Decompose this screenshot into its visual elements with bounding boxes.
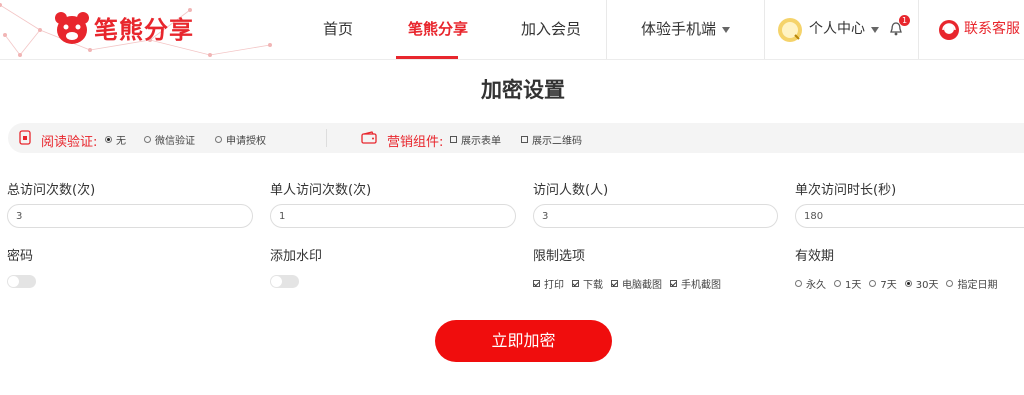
option-label: 30天 <box>915 280 939 291</box>
headset-icon <box>939 19 959 40</box>
read-verify-option-wechat[interactable]: 微信验证 <box>144 132 195 147</box>
marketing-option-form[interactable]: 展示表单 <box>450 132 501 147</box>
total-visits-input[interactable] <box>7 204 253 228</box>
nav-divider <box>764 0 765 59</box>
option-label: 下载 <box>583 280 603 291</box>
option-label: 打印 <box>544 280 564 291</box>
option-label: 微信验证 <box>155 136 195 147</box>
phone-lock-icon <box>19 130 31 145</box>
bear-logo-icon <box>55 11 89 44</box>
visit-duration-label: 单次访问时长(秒) <box>795 183 897 198</box>
validity-custom-date-radio[interactable]: 指定日期 <box>946 276 997 291</box>
validity-label: 有效期 <box>795 249 835 264</box>
watermark-label: 添加水印 <box>270 249 323 264</box>
page-title: 加密设置 <box>481 78 565 102</box>
nav-divider <box>918 0 919 59</box>
visitors-label: 访问人数(人) <box>533 183 609 198</box>
restrictions-options: 打印 下载 电脑截图 手机截图 <box>533 276 729 291</box>
checkbox-checked-icon <box>572 280 579 287</box>
visit-duration-input[interactable] <box>795 204 1024 228</box>
notification-bell[interactable]: 1 <box>889 15 910 37</box>
radio-icon <box>834 280 841 287</box>
option-label: 指定日期 <box>957 280 998 291</box>
support-link[interactable]: 联系客服 <box>938 0 1020 59</box>
option-label: 永久 <box>806 280 826 291</box>
wallet-icon <box>361 131 377 144</box>
option-label: 展示二维码 <box>532 136 582 147</box>
option-label: 手机截图 <box>681 280 721 291</box>
verification-bar: 阅读验证: 无 微信验证 申请授权 营销组件: 展示表单 展示二维码 <box>8 123 1024 153</box>
restrict-download-checkbox[interactable]: 下载 <box>572 276 603 291</box>
checkbox-checked-icon <box>611 280 618 287</box>
restrict-print-checkbox[interactable]: 打印 <box>533 276 564 291</box>
nav-mobile-label: 体验手机端 <box>641 20 717 38</box>
password-label: 密码 <box>7 249 34 264</box>
marketing-label: 营销组件: <box>387 135 444 150</box>
top-nav-bar: 笔熊分享 首页 笔熊分享 加入会员 体验手机端 个人中心 1 联系客服 <box>0 0 1024 60</box>
total-visits-label: 总访问次数(次) <box>7 183 96 198</box>
visitors-input[interactable] <box>533 204 778 228</box>
chevron-down-icon <box>871 26 879 33</box>
read-verify-option-none[interactable]: 无 <box>105 132 126 147</box>
validity-7day-radio[interactable]: 7天 <box>869 276 897 291</box>
checkbox-checked-icon <box>533 280 540 287</box>
single-visits-input[interactable] <box>270 204 516 228</box>
restrict-pc-screenshot-checkbox[interactable]: 电脑截图 <box>611 276 662 291</box>
checkbox-icon <box>521 136 528 143</box>
validity-options: 永久 1天 7天 30天 指定日期 <box>795 276 1005 291</box>
radio-selected-icon <box>105 136 112 143</box>
read-verify-option-request[interactable]: 申请授权 <box>215 132 266 147</box>
watermark-toggle[interactable] <box>270 275 299 288</box>
nav-membership[interactable]: 加入会员 <box>521 0 581 59</box>
validity-1day-radio[interactable]: 1天 <box>834 276 861 291</box>
marketing-option-qrcode[interactable]: 展示二维码 <box>521 132 582 147</box>
support-label: 联系客服 <box>964 21 1020 37</box>
checkbox-icon <box>450 136 457 143</box>
radio-icon <box>795 280 802 287</box>
nav-mobile-dropdown[interactable]: 体验手机端 <box>641 0 731 59</box>
option-label: 无 <box>116 136 126 147</box>
user-center-label: 个人中心 <box>809 21 865 37</box>
logo-text: 笔熊分享 <box>94 16 194 44</box>
restrict-mobile-screenshot-checkbox[interactable]: 手机截图 <box>670 276 721 291</box>
notification-badge: 1 <box>899 15 910 26</box>
validity-30day-radio[interactable]: 30天 <box>904 276 939 291</box>
radio-icon <box>215 136 222 143</box>
option-label: 展示表单 <box>461 136 501 147</box>
bar-divider <box>326 129 327 147</box>
option-label: 1天 <box>845 280 862 291</box>
radio-selected-icon <box>904 280 912 287</box>
radio-icon <box>869 280 877 287</box>
user-center-menu[interactable]: 个人中心 <box>777 0 879 59</box>
avatar-icon <box>778 17 802 42</box>
nav-divider <box>606 0 607 59</box>
restrictions-label: 限制选项 <box>533 249 586 264</box>
option-label: 申请授权 <box>226 136 266 147</box>
checkbox-checked-icon <box>670 280 677 287</box>
option-label: 7天 <box>880 280 897 291</box>
option-label: 电脑截图 <box>622 280 662 291</box>
password-toggle[interactable] <box>7 275 36 288</box>
radio-icon <box>946 280 954 287</box>
chevron-down-icon <box>722 26 731 33</box>
read-verify-label: 阅读验证: <box>41 135 98 150</box>
radio-icon <box>144 136 151 143</box>
single-visits-label: 单人访问次数(次) <box>270 183 372 198</box>
encrypt-now-button[interactable]: 立即加密 <box>435 320 612 362</box>
header-border <box>0 59 1024 60</box>
nav-share[interactable]: 笔熊分享 <box>408 0 468 59</box>
validity-forever-radio[interactable]: 永久 <box>795 276 826 291</box>
logo[interactable]: 笔熊分享 <box>54 10 194 45</box>
nav-home[interactable]: 首页 <box>323 0 353 59</box>
